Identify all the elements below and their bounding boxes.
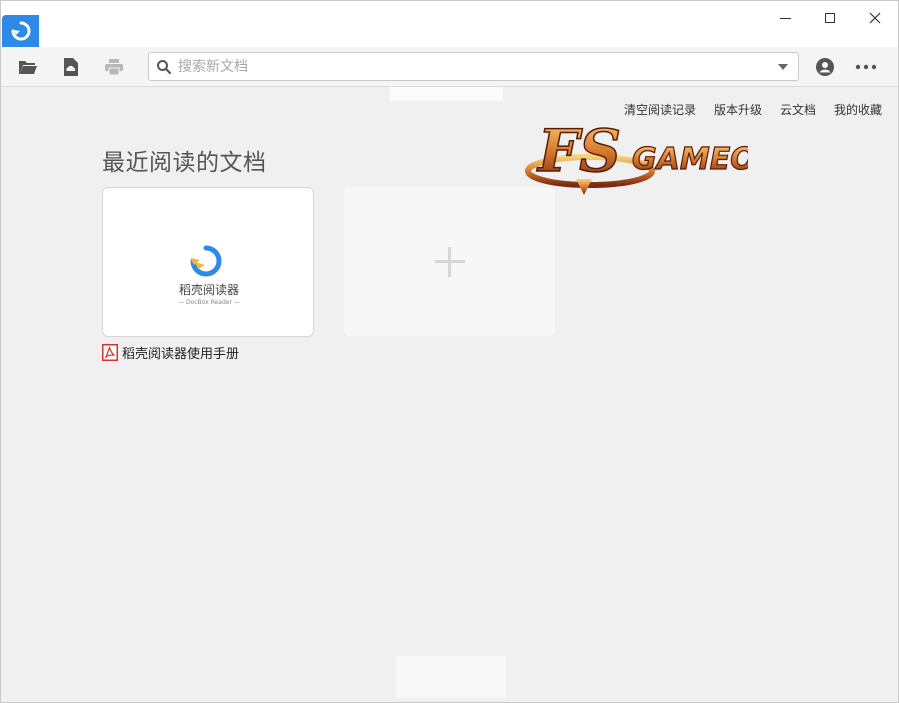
open-folder-button[interactable] <box>17 56 39 78</box>
user-avatar-icon <box>816 58 834 76</box>
title-bar[interactable] <box>1 1 898 47</box>
close-button[interactable] <box>852 3 898 33</box>
watermark-text: GAMEO <box>632 142 748 177</box>
account-button[interactable] <box>814 56 836 78</box>
pdf-file-icon <box>102 344 118 361</box>
minimize-icon <box>779 17 791 19</box>
cloud-document-button[interactable] <box>60 56 82 78</box>
close-icon <box>869 12 881 24</box>
more-dots-icon <box>855 64 877 70</box>
search-box[interactable] <box>148 52 799 81</box>
add-document-card[interactable] <box>344 187 555 336</box>
watermark-mark: FS <box>536 117 621 185</box>
app-window: 清空阅读记录 版本升级 云文档 我的收藏 FS GAMEO 最近阅读的文档 稻壳… <box>0 0 899 703</box>
search-dropdown-arrow-icon[interactable] <box>778 64 788 70</box>
toolbar <box>1 47 898 87</box>
maximize-icon <box>825 13 835 23</box>
document-thumb-title: 稻壳阅读器 <box>178 283 239 297</box>
more-menu-button[interactable] <box>854 56 878 78</box>
app-logo-icon[interactable] <box>2 15 39 47</box>
recent-documents-title: 最近阅读的文档 <box>102 150 267 176</box>
search-input[interactable] <box>178 56 758 78</box>
blur-patch <box>396 656 506 698</box>
recent-document-card[interactable]: 稻壳阅读器 — DocBox Reader — <box>102 187 314 337</box>
cloud-file-icon <box>64 58 78 76</box>
watermark-logo: FS GAMEO <box>525 116 748 195</box>
print-button[interactable] <box>103 56 125 78</box>
printer-icon <box>105 59 123 76</box>
search-icon <box>157 60 172 75</box>
docbox-logo-icon <box>190 245 222 277</box>
folder-icon <box>19 61 37 74</box>
blur-patch <box>390 87 503 101</box>
document-name[interactable]: 稻壳阅读器使用手册 <box>122 343 239 362</box>
maximize-button[interactable] <box>807 3 853 33</box>
document-thumb-subtitle: — DocBox Reader — <box>178 299 240 306</box>
recent-document-label[interactable]: 稻壳阅读器使用手册 <box>102 343 239 362</box>
cloud-docs-link[interactable]: 云文档 <box>780 101 816 118</box>
favorites-link[interactable]: 我的收藏 <box>834 101 882 118</box>
minimize-button[interactable] <box>762 3 808 33</box>
plus-icon <box>434 246 465 277</box>
